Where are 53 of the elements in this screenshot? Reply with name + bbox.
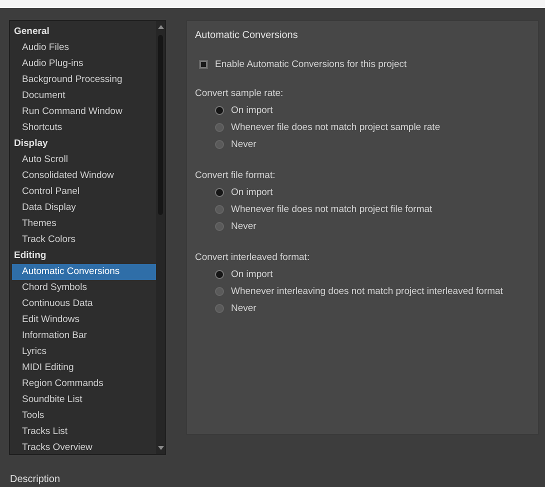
group-label: Convert sample rate: xyxy=(195,87,284,101)
sidebar-item[interactable]: Tools xyxy=(12,408,156,424)
scrollbar[interactable] xyxy=(156,21,165,454)
sidebar-item[interactable]: Audio Files xyxy=(12,40,156,56)
radio-button[interactable] xyxy=(215,106,224,115)
radio-button[interactable] xyxy=(215,205,224,214)
sidebar-item[interactable]: Run Command Window xyxy=(12,104,156,120)
radio-label: Whenever file does not match project file format xyxy=(231,204,432,215)
sidebar-item[interactable]: Shortcuts xyxy=(12,120,156,136)
radio-label: Never xyxy=(231,139,256,150)
sidebar-item[interactable]: Tracks List xyxy=(12,424,156,440)
group-label: Convert file format: xyxy=(195,169,276,183)
radio-label: Whenever interleaving does not match project interleaved format xyxy=(231,286,503,297)
radio-button[interactable] xyxy=(215,123,224,132)
sidebar-item[interactable]: Automatic Conversions xyxy=(12,264,156,280)
sidebar-item[interactable]: Control Panel xyxy=(12,184,156,200)
radio-button[interactable] xyxy=(215,222,224,231)
checkbox-label: Enable Automatic Conversions for this project xyxy=(215,59,407,70)
radio-label: On import xyxy=(231,105,273,116)
section-title: Automatic Conversions xyxy=(195,30,299,41)
sidebar-item[interactable]: Consolidated Window xyxy=(12,168,156,184)
sidebar-item[interactable]: Edit Windows xyxy=(12,312,156,328)
group-label: Convert interleaved format: xyxy=(195,251,311,265)
sidebar-item[interactable]: Information Bar xyxy=(12,328,156,344)
radio-button[interactable] xyxy=(215,188,224,197)
radio-label: On import xyxy=(231,187,273,198)
sidebar-item[interactable]: Auto Scroll xyxy=(12,152,156,168)
radio-button[interactable] xyxy=(215,140,224,149)
radio-label: Never xyxy=(231,303,256,314)
radio-label: Never xyxy=(231,221,256,232)
radio-button[interactable] xyxy=(215,287,224,296)
radio-label: Whenever file does not match project sample rate xyxy=(231,122,440,133)
description-label: Description xyxy=(9,473,62,485)
sidebar-item[interactable]: Background Processing xyxy=(12,72,156,88)
checkbox[interactable] xyxy=(199,60,208,69)
category-heading: Editing xyxy=(13,249,48,263)
sidebar-item[interactable]: Audio Plug-ins xyxy=(12,56,156,72)
radio-label: On import xyxy=(231,269,273,280)
radio-button[interactable] xyxy=(215,304,224,313)
sidebar-item[interactable]: Lyrics xyxy=(12,344,156,360)
sidebar-item[interactable]: Data Display xyxy=(12,200,156,216)
category-heading: General xyxy=(13,25,50,39)
sidebar-item[interactable]: Soundbite List xyxy=(12,392,156,408)
sidebar-item[interactable]: Region Commands xyxy=(12,376,156,392)
sidebar-item[interactable]: Themes xyxy=(12,216,156,232)
sidebar-item[interactable]: Track Colors xyxy=(12,232,156,248)
sidebar-item[interactable]: Document xyxy=(12,88,156,104)
sidebar-item[interactable]: Tracks Overview xyxy=(12,440,156,454)
sidebar-item[interactable]: Chord Symbols xyxy=(12,280,156,296)
sidebar-item[interactable]: Continuous Data xyxy=(12,296,156,312)
category-heading: Display xyxy=(13,137,49,151)
radio-button[interactable] xyxy=(215,270,224,279)
sidebar-item[interactable]: MIDI Editing xyxy=(12,360,156,376)
